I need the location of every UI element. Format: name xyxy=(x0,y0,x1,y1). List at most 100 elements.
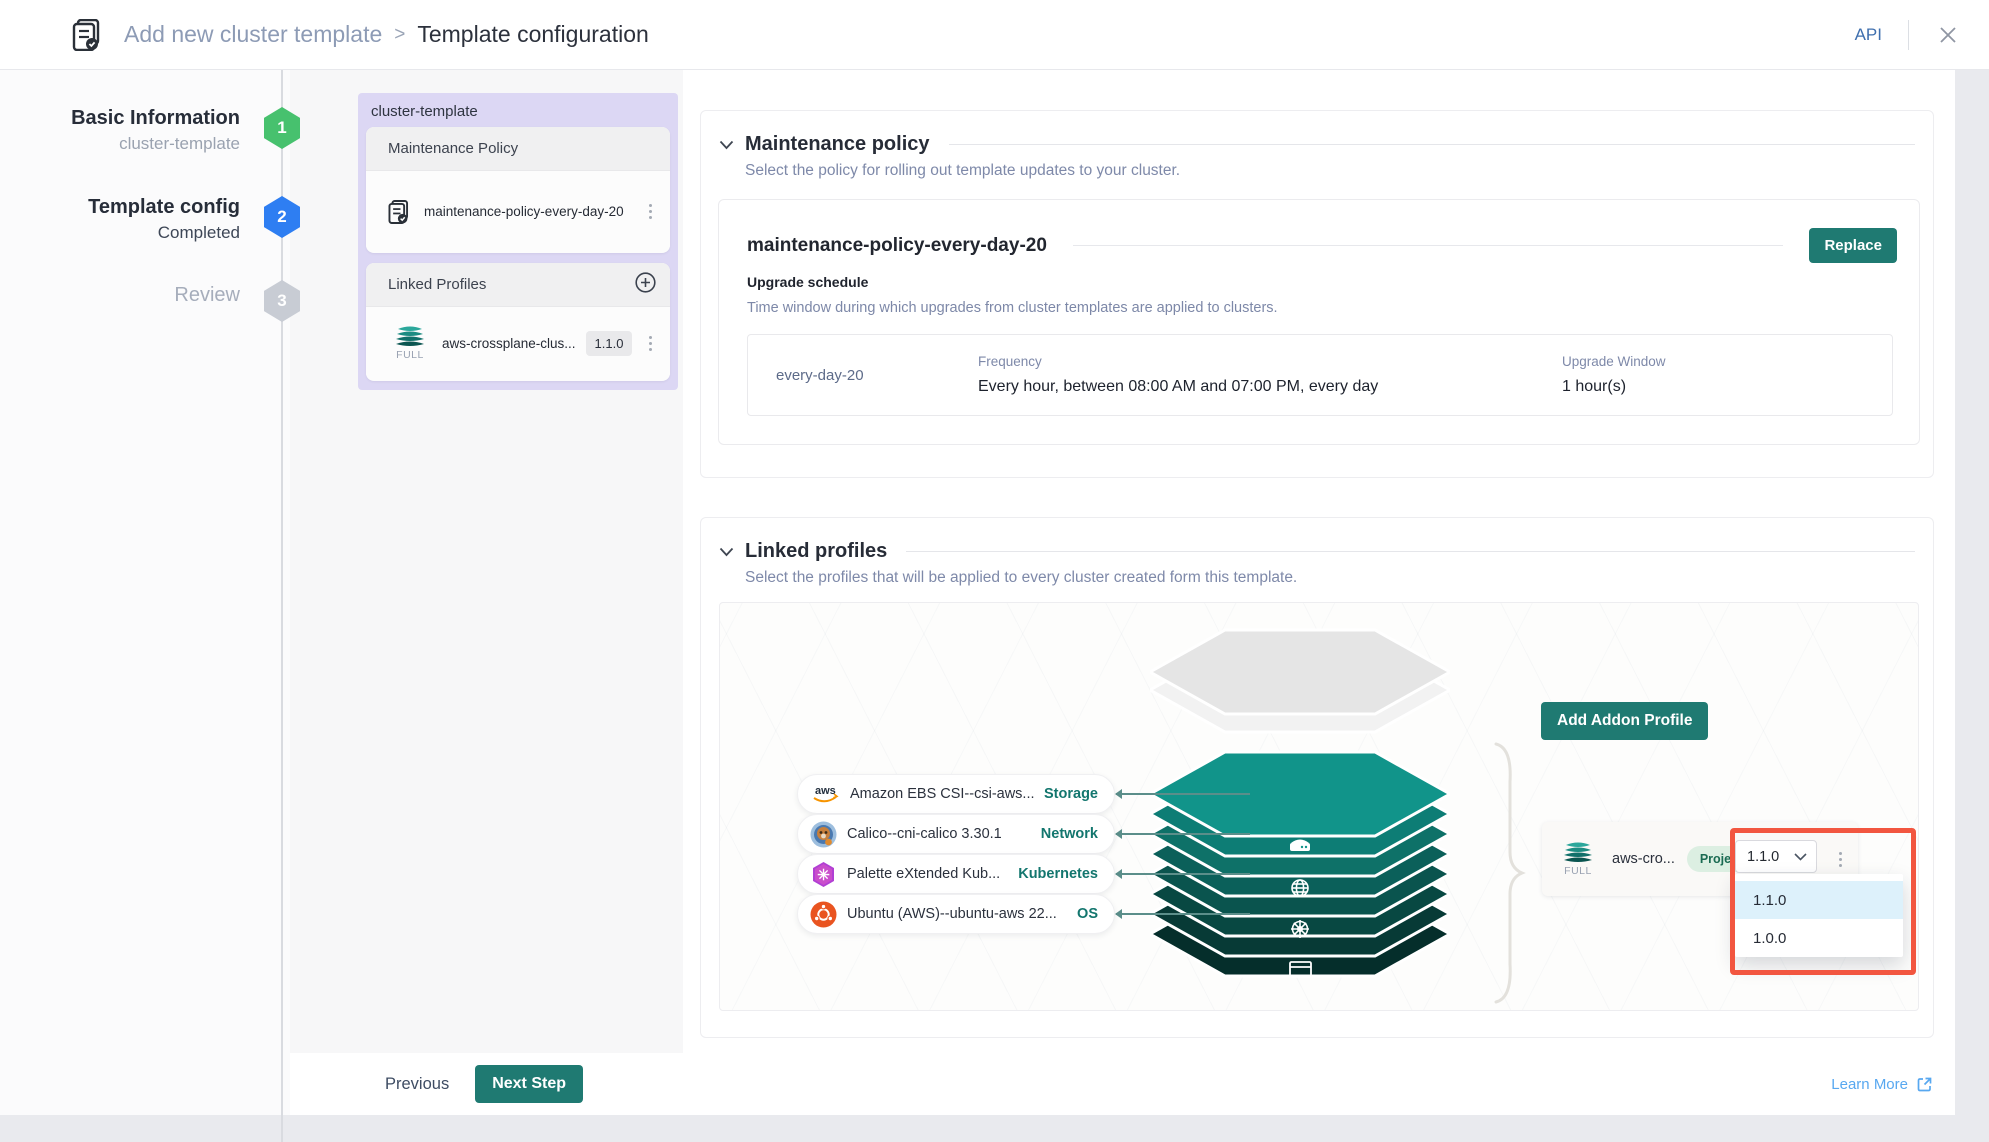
version-select[interactable]: 1.1.0 xyxy=(1735,840,1817,873)
version-option[interactable]: 1.1.0 xyxy=(1735,881,1903,919)
svg-text:✳: ✳ xyxy=(817,867,830,884)
section-title: Linked profiles xyxy=(745,540,887,563)
policy-name: maintenance-policy-every-day-20 xyxy=(747,235,1047,257)
step-2-number: 2 xyxy=(277,207,286,227)
maintenance-policy-item[interactable]: maintenance-policy-every-day-20 xyxy=(366,171,670,252)
maintenance-policy-card-header: Maintenance Policy xyxy=(366,127,670,171)
stack-layer-addon-placeholder xyxy=(1150,630,1450,732)
profile-scope-label: FULL xyxy=(396,349,424,361)
layer-pill-storage[interactable]: aws Amazon EBS CSI--csi-aws... Storage xyxy=(797,774,1115,814)
step-basic-information[interactable]: Basic Information cluster-template xyxy=(0,105,240,157)
layer-name: Palette eXtended Kub... xyxy=(847,866,1008,882)
collapse-linked-profiles-icon[interactable] xyxy=(719,547,734,557)
connector-os xyxy=(1116,913,1250,915)
layer-type: Network xyxy=(1041,826,1098,842)
connector-kubernetes xyxy=(1116,873,1250,875)
breadcrumb: Add new cluster template > Template conf… xyxy=(124,21,649,48)
schedule-table: every-day-20 Frequency Every hour, betwe… xyxy=(747,334,1893,416)
connector-storage xyxy=(1116,793,1250,795)
header-divider xyxy=(1908,20,1909,50)
panel-title: cluster-template xyxy=(371,103,478,120)
layer-pill-os[interactable]: Ubuntu (AWS)--ubuntu-aws 22... OS xyxy=(797,894,1115,934)
layer-pill-network[interactable]: Calico--cni-calico 3.30.1 Network xyxy=(797,814,1115,854)
profile-name: aws-crossplane-clus... xyxy=(442,336,576,351)
policy-item-menu-icon[interactable] xyxy=(642,201,658,223)
step-template-config[interactable]: Template config Completed xyxy=(0,194,240,246)
cluster-template-panel: cluster-template Maintenance Policy main… xyxy=(358,93,678,390)
aws-logo-text: aws xyxy=(815,785,836,797)
profile-diagram: aws Amazon EBS CSI--csi-aws... Storage xyxy=(719,602,1919,1011)
layer-name: Amazon EBS CSI--csi-aws... xyxy=(850,786,1034,802)
schedule-policy-name: every-day-20 xyxy=(748,367,978,384)
step-title: Review xyxy=(0,282,240,308)
step-subtitle: cluster-template xyxy=(0,131,240,157)
palette-icon: ✳ xyxy=(810,861,837,888)
close-icon[interactable] xyxy=(1935,22,1961,48)
frequency-value: Every hour, between 08:00 AM and 07:00 P… xyxy=(978,378,1562,396)
profile-layers-icon xyxy=(394,326,426,346)
collapse-maintenance-icon[interactable] xyxy=(719,140,734,150)
upgrade-schedule-description: Time window during which upgrades from c… xyxy=(747,300,1278,316)
ubuntu-icon xyxy=(810,901,837,928)
breadcrumb-parent: Add new cluster template xyxy=(124,21,382,48)
config-side-panel: cluster-template Maintenance Policy main… xyxy=(290,70,683,1115)
profile-scope-label: FULL xyxy=(1564,865,1592,877)
api-link[interactable]: API xyxy=(1855,25,1882,45)
frequency-label: Frequency xyxy=(978,354,1562,369)
learn-more-link[interactable]: Learn More xyxy=(1831,1076,1933,1093)
layer-type: Kubernetes xyxy=(1018,866,1098,882)
linked-profiles-header-label: Linked Profiles xyxy=(388,276,486,293)
linked-profiles-card-header: Linked Profiles xyxy=(366,263,670,307)
profile-version-badge: 1.1.0 xyxy=(586,331,633,356)
section-title: Maintenance policy xyxy=(745,133,930,156)
section-subtitle: Select the profiles that will be applied… xyxy=(745,569,1297,587)
step-review[interactable]: Review xyxy=(0,282,240,308)
layer-name: Ubuntu (AWS)--ubuntu-aws 22... xyxy=(847,906,1067,922)
profile-stack-illustration xyxy=(1150,626,1450,986)
section-divider xyxy=(906,551,1915,552)
upgrade-window-value: 1 hour(s) xyxy=(1562,378,1892,396)
calico-icon xyxy=(810,821,837,848)
policy-doc-icon xyxy=(388,200,410,224)
layer-name: Calico--cni-calico 3.30.1 xyxy=(847,826,1031,842)
version-option[interactable]: 1.0.0 xyxy=(1735,919,1903,957)
next-step-button[interactable]: Next Step xyxy=(475,1065,583,1103)
section-subtitle: Select the policy for rolling out templa… xyxy=(745,162,1180,180)
step-title: Basic Information xyxy=(0,105,240,131)
connector-network xyxy=(1116,833,1250,835)
breadcrumb-separator: > xyxy=(394,24,405,46)
linked-profile-item[interactable]: FULL aws-crossplane-clus... 1.1.0 xyxy=(366,307,670,380)
step-1-number: 1 xyxy=(277,118,286,138)
attached-profile-menu-icon[interactable] xyxy=(1832,848,1848,870)
linked-profiles-section: Linked profiles Select the profiles that… xyxy=(700,517,1934,1038)
wizard-footer: Previous Next Step Learn More xyxy=(290,1053,1955,1115)
app-header: Add new cluster template > Template conf… xyxy=(0,0,1989,70)
policy-divider xyxy=(1073,245,1784,246)
aws-icon: aws xyxy=(810,781,840,807)
previous-button[interactable]: Previous xyxy=(385,1075,449,1094)
chevron-down-icon xyxy=(1794,853,1807,861)
upgrade-schedule-heading: Upgrade schedule xyxy=(747,274,868,290)
step-subtitle: Completed xyxy=(0,220,240,246)
upgrade-window-label: Upgrade Window xyxy=(1562,354,1892,369)
main-content: Maintenance policy Select the policy for… xyxy=(683,70,1955,1053)
cluster-template-icon xyxy=(72,19,102,51)
add-profile-icon[interactable] xyxy=(635,272,656,297)
maintenance-policy-section: Maintenance policy Select the policy for… xyxy=(700,110,1934,478)
profile-layers-icon xyxy=(1562,842,1594,862)
layer-type: Storage xyxy=(1044,786,1098,802)
version-dropdown-menu: 1.1.0 1.0.0 xyxy=(1735,874,1903,957)
maintenance-policy-detail-card: maintenance-policy-every-day-20 Replace … xyxy=(718,199,1920,445)
step-title: Template config xyxy=(0,194,240,220)
replace-button[interactable]: Replace xyxy=(1809,228,1897,263)
profile-item-menu-icon[interactable] xyxy=(642,333,658,355)
page-title: Template configuration xyxy=(417,21,648,48)
maintenance-policy-card: Maintenance Policy maintenance-policy-ev… xyxy=(366,127,670,253)
add-addon-profile-button[interactable]: Add Addon Profile xyxy=(1541,702,1708,740)
attached-profile-name: aws-cro... xyxy=(1612,851,1675,867)
section-divider xyxy=(949,144,1916,145)
stack-layer-storage xyxy=(1150,752,1450,856)
version-select-value: 1.1.0 xyxy=(1747,849,1779,865)
stack-brace xyxy=(1490,742,1526,1004)
layer-pill-kubernetes[interactable]: ✳ Palette eXtended Kub... Kubernetes xyxy=(797,854,1115,894)
